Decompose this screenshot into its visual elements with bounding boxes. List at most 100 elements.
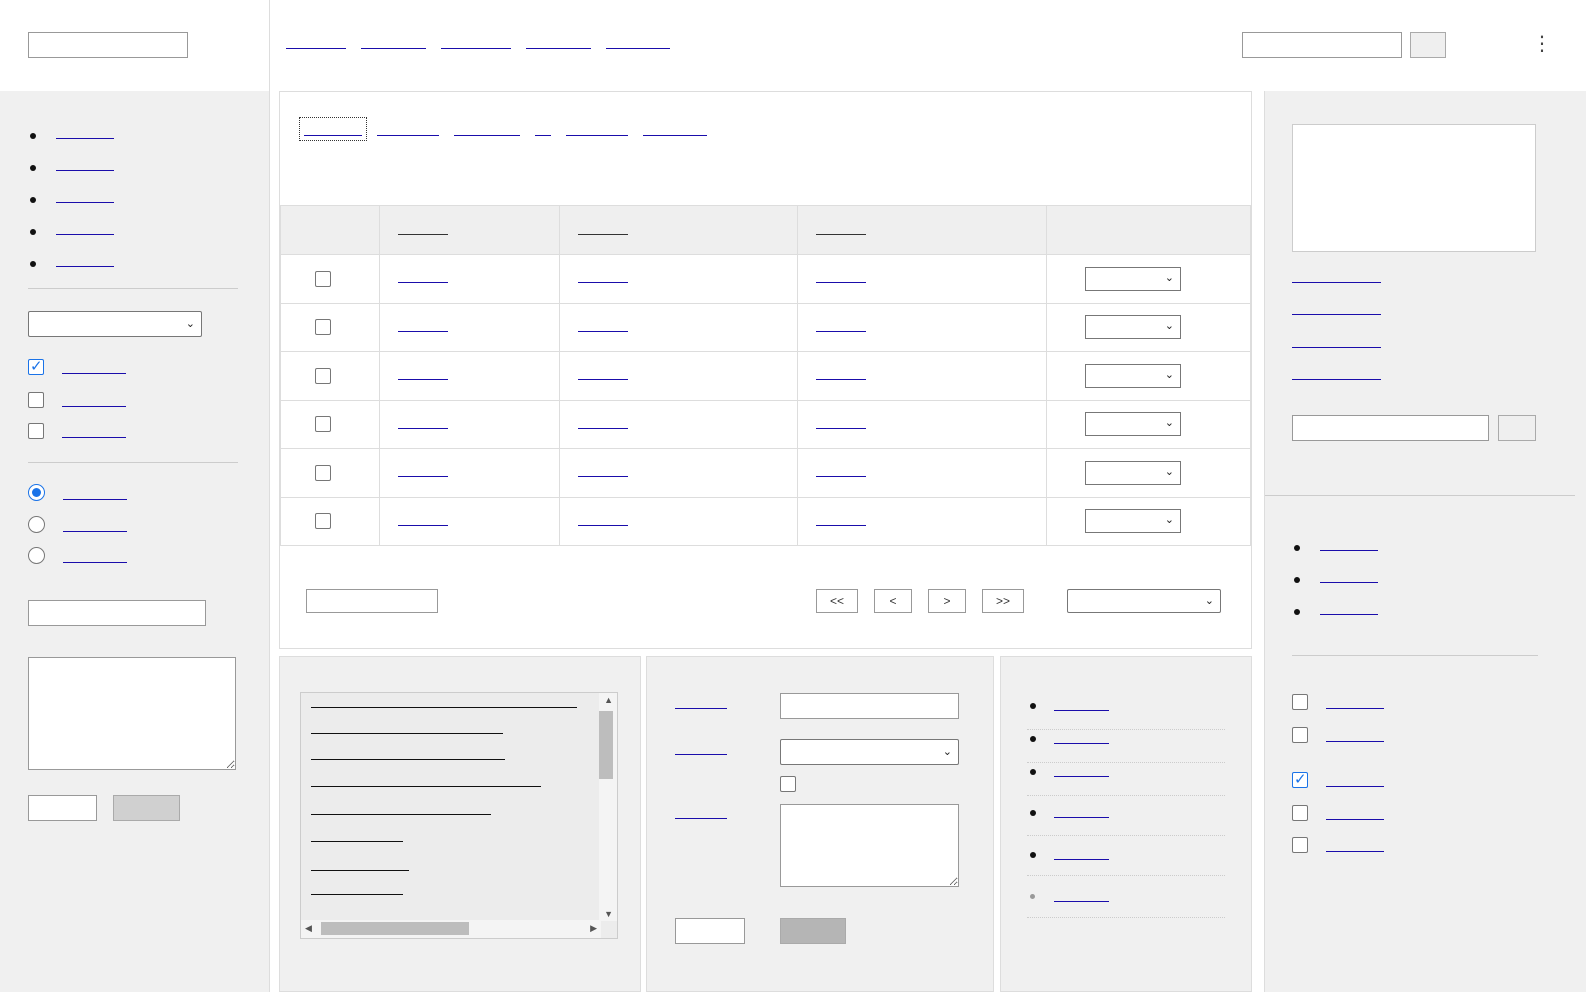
panel-link-6[interactable] (1054, 888, 1109, 902)
more-menu-icon[interactable]: ⋮ (1532, 34, 1552, 56)
row-link-col2[interactable] (578, 465, 628, 478)
scroll-right-icon[interactable]: ▶ (590, 923, 597, 934)
sidebar-link-3[interactable] (56, 189, 114, 203)
sidebar-primary-button[interactable] (28, 795, 97, 821)
sidebar-checkbox-2[interactable] (28, 392, 126, 408)
right-link-1[interactable] (1292, 269, 1381, 283)
per-page-select[interactable]: ⌄ (1067, 589, 1221, 613)
row-select[interactable]: ⌄ (1085, 412, 1181, 437)
table-header-col1[interactable] (379, 205, 560, 255)
right-link-3[interactable] (1292, 334, 1381, 348)
radio[interactable] (28, 516, 45, 533)
sidebar-secondary-button[interactable] (113, 795, 180, 821)
sidebar-radio-1[interactable] (28, 484, 127, 501)
sidebar-checkbox-3[interactable] (28, 423, 126, 439)
row-link-col1[interactable] (398, 465, 448, 478)
right-checkbox-2[interactable] (1292, 727, 1384, 743)
row-link-col3[interactable] (816, 417, 866, 429)
row-link-col3[interactable] (816, 465, 866, 478)
radio-selected[interactable] (28, 484, 45, 501)
checkbox[interactable] (1292, 727, 1308, 743)
sidebar-textarea[interactable] (28, 657, 236, 770)
header-search-input[interactable] (1242, 32, 1402, 58)
tab-2[interactable] (377, 122, 439, 136)
row-checkbox[interactable] (315, 416, 331, 433)
scroll-down-icon[interactable]: ▼ (604, 909, 613, 919)
row-select[interactable]: ⌄ (1085, 266, 1181, 291)
right-search-input[interactable] (1292, 415, 1489, 441)
form-textarea[interactable] (780, 804, 959, 887)
row-checkbox[interactable] (315, 464, 331, 481)
nav-link-5[interactable] (606, 33, 670, 49)
panel-link-5[interactable] (1054, 846, 1109, 860)
sidebar-link-5[interactable] (56, 253, 114, 267)
checkbox-checked[interactable] (28, 357, 44, 375)
sidebar-link-1[interactable] (56, 125, 114, 139)
sidebar-text-input[interactable] (28, 600, 206, 626)
row-link-col3[interactable] (816, 271, 866, 284)
row-checkbox[interactable] (315, 513, 331, 530)
row-link-col3[interactable] (816, 320, 866, 332)
next-page-button[interactable]: > (928, 589, 966, 613)
row-select[interactable]: ⌄ (1085, 315, 1181, 340)
nav-link-2[interactable] (361, 33, 426, 49)
nav-link-1[interactable] (286, 33, 346, 49)
tab-3[interactable] (454, 122, 520, 136)
right-bullet-link-2[interactable] (1320, 569, 1378, 583)
right-checkbox-1[interactable] (1292, 694, 1384, 710)
nav-link-3[interactable] (441, 33, 511, 49)
row-select[interactable]: ⌄ (1085, 363, 1181, 388)
tab-1[interactable] (299, 117, 367, 141)
sidebar-radio-3[interactable] (28, 547, 127, 564)
checkbox[interactable] (1292, 837, 1308, 853)
nav-link-4[interactable] (526, 33, 591, 49)
row-link-col1[interactable] (398, 417, 448, 429)
last-page-button[interactable]: >> (982, 589, 1024, 613)
sidebar-link-4[interactable] (56, 221, 114, 235)
sidebar-link-2[interactable] (56, 157, 114, 171)
row-link-col1[interactable] (398, 368, 448, 381)
checkbox-checked[interactable] (1292, 770, 1308, 788)
sidebar-radio-2[interactable] (28, 516, 127, 533)
header-search-button[interactable] (1410, 32, 1446, 58)
right-link-4[interactable] (1292, 366, 1381, 380)
pagination-input[interactable] (306, 589, 438, 613)
header-left-input[interactable] (28, 32, 188, 58)
row-link-col3[interactable] (816, 368, 866, 381)
table-header-col2[interactable] (559, 205, 798, 255)
form-text-input[interactable] (780, 693, 959, 719)
row-link-col1[interactable] (398, 271, 448, 284)
tab-5[interactable] (566, 122, 628, 136)
sidebar-select[interactable]: ⌄ (28, 311, 202, 337)
right-bullet-link-3[interactable] (1320, 601, 1378, 615)
first-page-button[interactable]: << (816, 589, 858, 613)
vertical-scroll-thumb[interactable] (599, 711, 613, 779)
panel-link-2[interactable] (1054, 730, 1109, 744)
form-checkbox[interactable] (780, 776, 796, 792)
row-link-col1[interactable] (398, 320, 448, 332)
checkbox[interactable] (1292, 805, 1308, 821)
row-link-col2[interactable] (578, 320, 628, 332)
row-link-col1[interactable] (398, 514, 448, 526)
scroll-left-icon[interactable]: ◀ (305, 923, 312, 934)
tab-4[interactable] (535, 122, 551, 136)
checkbox[interactable] (1292, 694, 1308, 710)
right-checkbox-4[interactable] (1292, 805, 1384, 821)
row-link-col3[interactable] (816, 514, 866, 526)
form-cancel-button[interactable] (780, 918, 846, 944)
right-checkbox-5[interactable] (1292, 837, 1384, 853)
checkbox[interactable] (28, 423, 44, 439)
row-checkbox[interactable] (315, 270, 331, 287)
row-checkbox[interactable] (315, 367, 331, 384)
right-checkbox-3[interactable] (1292, 770, 1384, 788)
row-link-col2[interactable] (578, 514, 628, 526)
scroll-up-icon[interactable]: ▲ (604, 695, 613, 705)
vertical-scrollbar[interactable]: ▲ ▼ (599, 693, 617, 921)
row-select[interactable]: ⌄ (1085, 460, 1181, 485)
form-select[interactable]: ⌄ (780, 739, 959, 765)
row-link-col2[interactable] (578, 271, 628, 284)
row-link-col2[interactable] (578, 417, 628, 429)
right-search-button[interactable] (1498, 415, 1536, 441)
sidebar-checkbox-1[interactable] (28, 357, 126, 375)
row-checkbox[interactable] (315, 319, 331, 336)
